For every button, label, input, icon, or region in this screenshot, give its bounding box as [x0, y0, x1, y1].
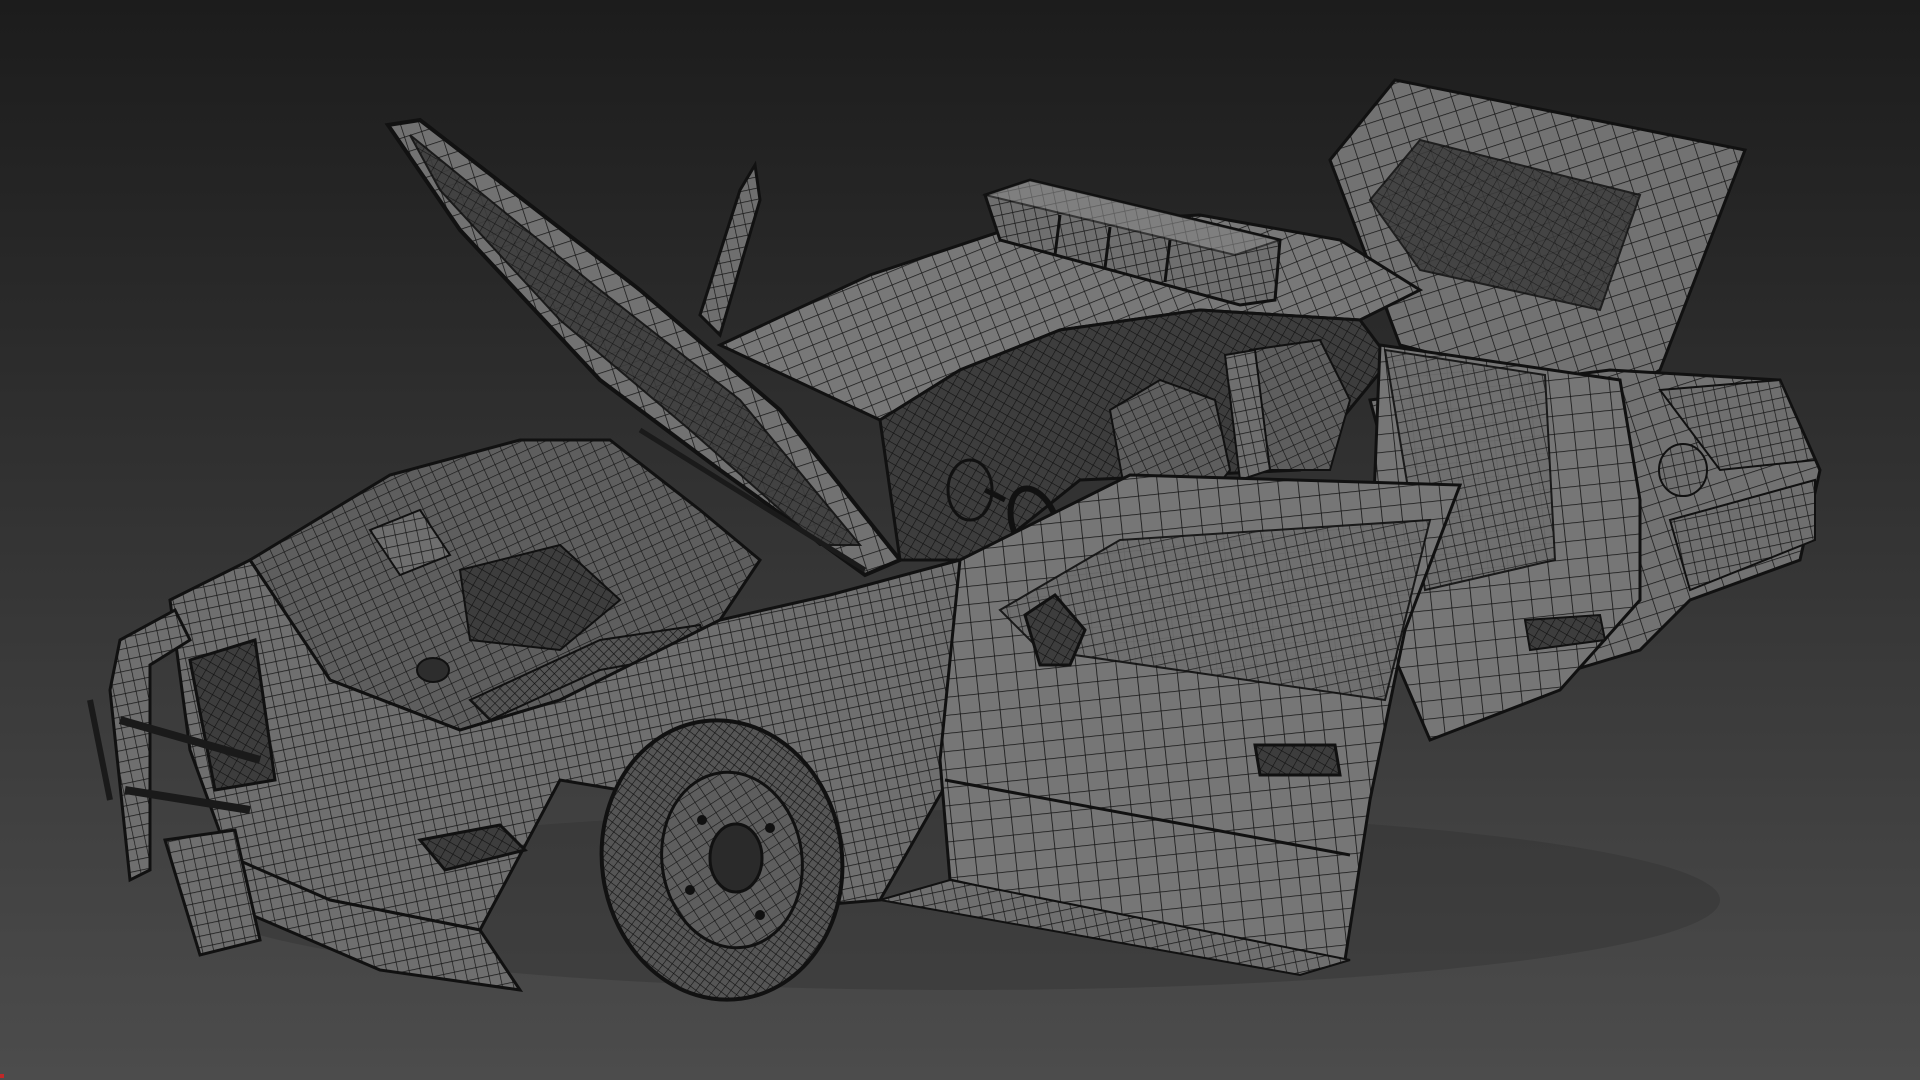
axis-marker: [0, 1074, 4, 1078]
fluid-cap: [416, 657, 450, 683]
3d-viewport[interactable]: [0, 0, 1920, 1080]
front-door-handle: [1253, 743, 1342, 777]
fuel-door: [1658, 443, 1708, 497]
scene-canvas: [0, 0, 1920, 1080]
